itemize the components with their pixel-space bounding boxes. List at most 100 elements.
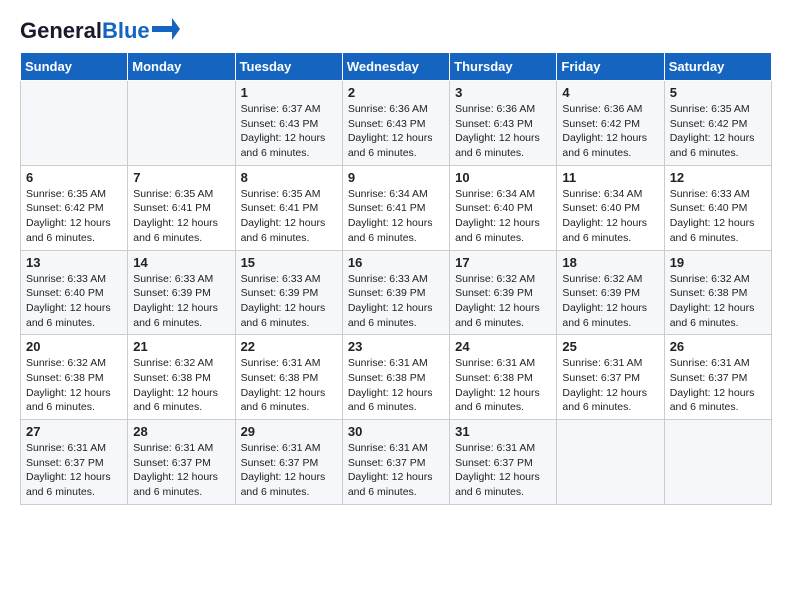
calendar-cell: 28 Sunrise: 6:31 AM Sunset: 6:37 PM Dayli… — [128, 420, 235, 505]
day-info: Sunrise: 6:33 AM Sunset: 6:40 PM Dayligh… — [670, 187, 766, 246]
day-info: Sunrise: 6:31 AM Sunset: 6:37 PM Dayligh… — [455, 441, 551, 500]
day-info: Sunrise: 6:31 AM Sunset: 6:37 PM Dayligh… — [562, 356, 658, 415]
day-info: Sunrise: 6:31 AM Sunset: 6:38 PM Dayligh… — [348, 356, 444, 415]
calendar-cell: 20 Sunrise: 6:32 AM Sunset: 6:38 PM Dayli… — [21, 335, 128, 420]
day-info: Sunrise: 6:36 AM Sunset: 6:42 PM Dayligh… — [562, 102, 658, 161]
calendar-cell: 7Sunrise: 6:35 AM Sunset: 6:41 PM Daylig… — [128, 165, 235, 250]
weekday-header: Monday — [128, 53, 235, 81]
calendar-cell: 3 Sunrise: 6:36 AM Sunset: 6:43 PM Daylig… — [450, 81, 557, 166]
day-info: Sunrise: 6:33 AM Sunset: 6:39 PM Dayligh… — [241, 272, 337, 331]
day-info: Sunrise: 6:32 AM Sunset: 6:38 PM Dayligh… — [670, 272, 766, 331]
day-number: 27 — [26, 424, 122, 439]
day-info: Sunrise: 6:31 AM Sunset: 6:37 PM Dayligh… — [133, 441, 229, 500]
day-number: 24 — [455, 339, 551, 354]
calendar-cell: 1 Sunrise: 6:37 AM Sunset: 6:43 PM Daylig… — [235, 81, 342, 166]
calendar-week-row: 6 Sunrise: 6:35 AM Sunset: 6:42 PM Daylig… — [21, 165, 772, 250]
logo: GeneralBlue — [20, 20, 180, 42]
day-number: 6 — [26, 170, 122, 185]
day-info: Sunrise: 6:35 AM Sunset: 6:42 PM Dayligh… — [670, 102, 766, 161]
calendar-cell: 17 Sunrise: 6:32 AM Sunset: 6:39 PM Dayli… — [450, 250, 557, 335]
day-number: 15 — [241, 255, 337, 270]
page-header: GeneralBlue — [20, 20, 772, 42]
weekday-header: Sunday — [21, 53, 128, 81]
calendar-cell: 21 Sunrise: 6:32 AM Sunset: 6:38 PM Dayli… — [128, 335, 235, 420]
calendar-cell — [128, 81, 235, 166]
day-number: 18 — [562, 255, 658, 270]
day-info: Sunrise: 6:37 AM Sunset: 6:43 PM Dayligh… — [241, 102, 337, 161]
calendar-cell: 30Sunrise: 6:31 AM Sunset: 6:37 PM Dayli… — [342, 420, 449, 505]
day-number: 26 — [670, 339, 766, 354]
day-info: Sunrise: 6:34 AM Sunset: 6:40 PM Dayligh… — [562, 187, 658, 246]
calendar-cell — [21, 81, 128, 166]
calendar-cell: 15 Sunrise: 6:33 AM Sunset: 6:39 PM Dayli… — [235, 250, 342, 335]
calendar-cell: 27 Sunrise: 6:31 AM Sunset: 6:37 PM Dayli… — [21, 420, 128, 505]
calendar-cell: 26 Sunrise: 6:31 AM Sunset: 6:37 PM Dayli… — [664, 335, 771, 420]
calendar-cell: 23 Sunrise: 6:31 AM Sunset: 6:38 PM Dayli… — [342, 335, 449, 420]
calendar-cell: 14Sunrise: 6:33 AM Sunset: 6:39 PM Dayli… — [128, 250, 235, 335]
day-info: Sunrise: 6:33 AM Sunset: 6:39 PM Dayligh… — [348, 272, 444, 331]
weekday-header: Wednesday — [342, 53, 449, 81]
day-number: 28 — [133, 424, 229, 439]
day-number: 22 — [241, 339, 337, 354]
day-number: 11 — [562, 170, 658, 185]
calendar-cell: 16 Sunrise: 6:33 AM Sunset: 6:39 PM Dayli… — [342, 250, 449, 335]
calendar-cell: 4 Sunrise: 6:36 AM Sunset: 6:42 PM Daylig… — [557, 81, 664, 166]
day-number: 31 — [455, 424, 551, 439]
day-info: Sunrise: 6:33 AM Sunset: 6:40 PM Dayligh… — [26, 272, 122, 331]
weekday-header: Friday — [557, 53, 664, 81]
day-info: Sunrise: 6:36 AM Sunset: 6:43 PM Dayligh… — [455, 102, 551, 161]
day-number: 9 — [348, 170, 444, 185]
day-info: Sunrise: 6:31 AM Sunset: 6:37 PM Dayligh… — [670, 356, 766, 415]
day-info: Sunrise: 6:32 AM Sunset: 6:39 PM Dayligh… — [455, 272, 551, 331]
day-number: 3 — [455, 85, 551, 100]
calendar-cell: 19Sunrise: 6:32 AM Sunset: 6:38 PM Dayli… — [664, 250, 771, 335]
day-number: 1 — [241, 85, 337, 100]
day-info: Sunrise: 6:31 AM Sunset: 6:37 PM Dayligh… — [348, 441, 444, 500]
calendar-cell: 29Sunrise: 6:31 AM Sunset: 6:37 PM Dayli… — [235, 420, 342, 505]
calendar-cell: 13 Sunrise: 6:33 AM Sunset: 6:40 PM Dayli… — [21, 250, 128, 335]
day-info: Sunrise: 6:31 AM Sunset: 6:37 PM Dayligh… — [26, 441, 122, 500]
calendar-cell: 6 Sunrise: 6:35 AM Sunset: 6:42 PM Daylig… — [21, 165, 128, 250]
calendar-cell: 5 Sunrise: 6:35 AM Sunset: 6:42 PM Daylig… — [664, 81, 771, 166]
day-info: Sunrise: 6:33 AM Sunset: 6:39 PM Dayligh… — [133, 272, 229, 331]
calendar-cell: 18 Sunrise: 6:32 AM Sunset: 6:39 PM Dayli… — [557, 250, 664, 335]
day-info: Sunrise: 6:32 AM Sunset: 6:38 PM Dayligh… — [26, 356, 122, 415]
calendar-cell — [557, 420, 664, 505]
day-info: Sunrise: 6:32 AM Sunset: 6:39 PM Dayligh… — [562, 272, 658, 331]
day-info: Sunrise: 6:32 AM Sunset: 6:38 PM Dayligh… — [133, 356, 229, 415]
day-number: 17 — [455, 255, 551, 270]
calendar-cell: 2 Sunrise: 6:36 AM Sunset: 6:43 PM Daylig… — [342, 81, 449, 166]
weekday-header-row: SundayMondayTuesdayWednesdayThursdayFrid… — [21, 53, 772, 81]
calendar-week-row: 1 Sunrise: 6:37 AM Sunset: 6:43 PM Daylig… — [21, 81, 772, 166]
logo-arrow-icon — [152, 18, 180, 40]
day-number: 10 — [455, 170, 551, 185]
calendar-table: SundayMondayTuesdayWednesdayThursdayFrid… — [20, 52, 772, 505]
weekday-header: Tuesday — [235, 53, 342, 81]
calendar-cell: 11 Sunrise: 6:34 AM Sunset: 6:40 PM Dayli… — [557, 165, 664, 250]
day-number: 5 — [670, 85, 766, 100]
day-number: 20 — [26, 339, 122, 354]
day-number: 13 — [26, 255, 122, 270]
day-number: 7 — [133, 170, 229, 185]
day-number: 16 — [348, 255, 444, 270]
day-info: Sunrise: 6:34 AM Sunset: 6:41 PM Dayligh… — [348, 187, 444, 246]
day-info: Sunrise: 6:35 AM Sunset: 6:41 PM Dayligh… — [241, 187, 337, 246]
day-info: Sunrise: 6:31 AM Sunset: 6:38 PM Dayligh… — [455, 356, 551, 415]
calendar-cell: 22 Sunrise: 6:31 AM Sunset: 6:38 PM Dayli… — [235, 335, 342, 420]
calendar-cell: 24 Sunrise: 6:31 AM Sunset: 6:38 PM Dayli… — [450, 335, 557, 420]
day-info: Sunrise: 6:35 AM Sunset: 6:42 PM Dayligh… — [26, 187, 122, 246]
day-number: 21 — [133, 339, 229, 354]
calendar-week-row: 20 Sunrise: 6:32 AM Sunset: 6:38 PM Dayli… — [21, 335, 772, 420]
day-number: 8 — [241, 170, 337, 185]
day-number: 12 — [670, 170, 766, 185]
day-info: Sunrise: 6:31 AM Sunset: 6:38 PM Dayligh… — [241, 356, 337, 415]
day-number: 2 — [348, 85, 444, 100]
calendar-cell: 9 Sunrise: 6:34 AM Sunset: 6:41 PM Daylig… — [342, 165, 449, 250]
calendar-week-row: 13 Sunrise: 6:33 AM Sunset: 6:40 PM Dayli… — [21, 250, 772, 335]
calendar-cell — [664, 420, 771, 505]
calendar-cell: 8 Sunrise: 6:35 AM Sunset: 6:41 PM Daylig… — [235, 165, 342, 250]
day-info: Sunrise: 6:31 AM Sunset: 6:37 PM Dayligh… — [241, 441, 337, 500]
day-number: 4 — [562, 85, 658, 100]
day-info: Sunrise: 6:36 AM Sunset: 6:43 PM Dayligh… — [348, 102, 444, 161]
day-number: 23 — [348, 339, 444, 354]
